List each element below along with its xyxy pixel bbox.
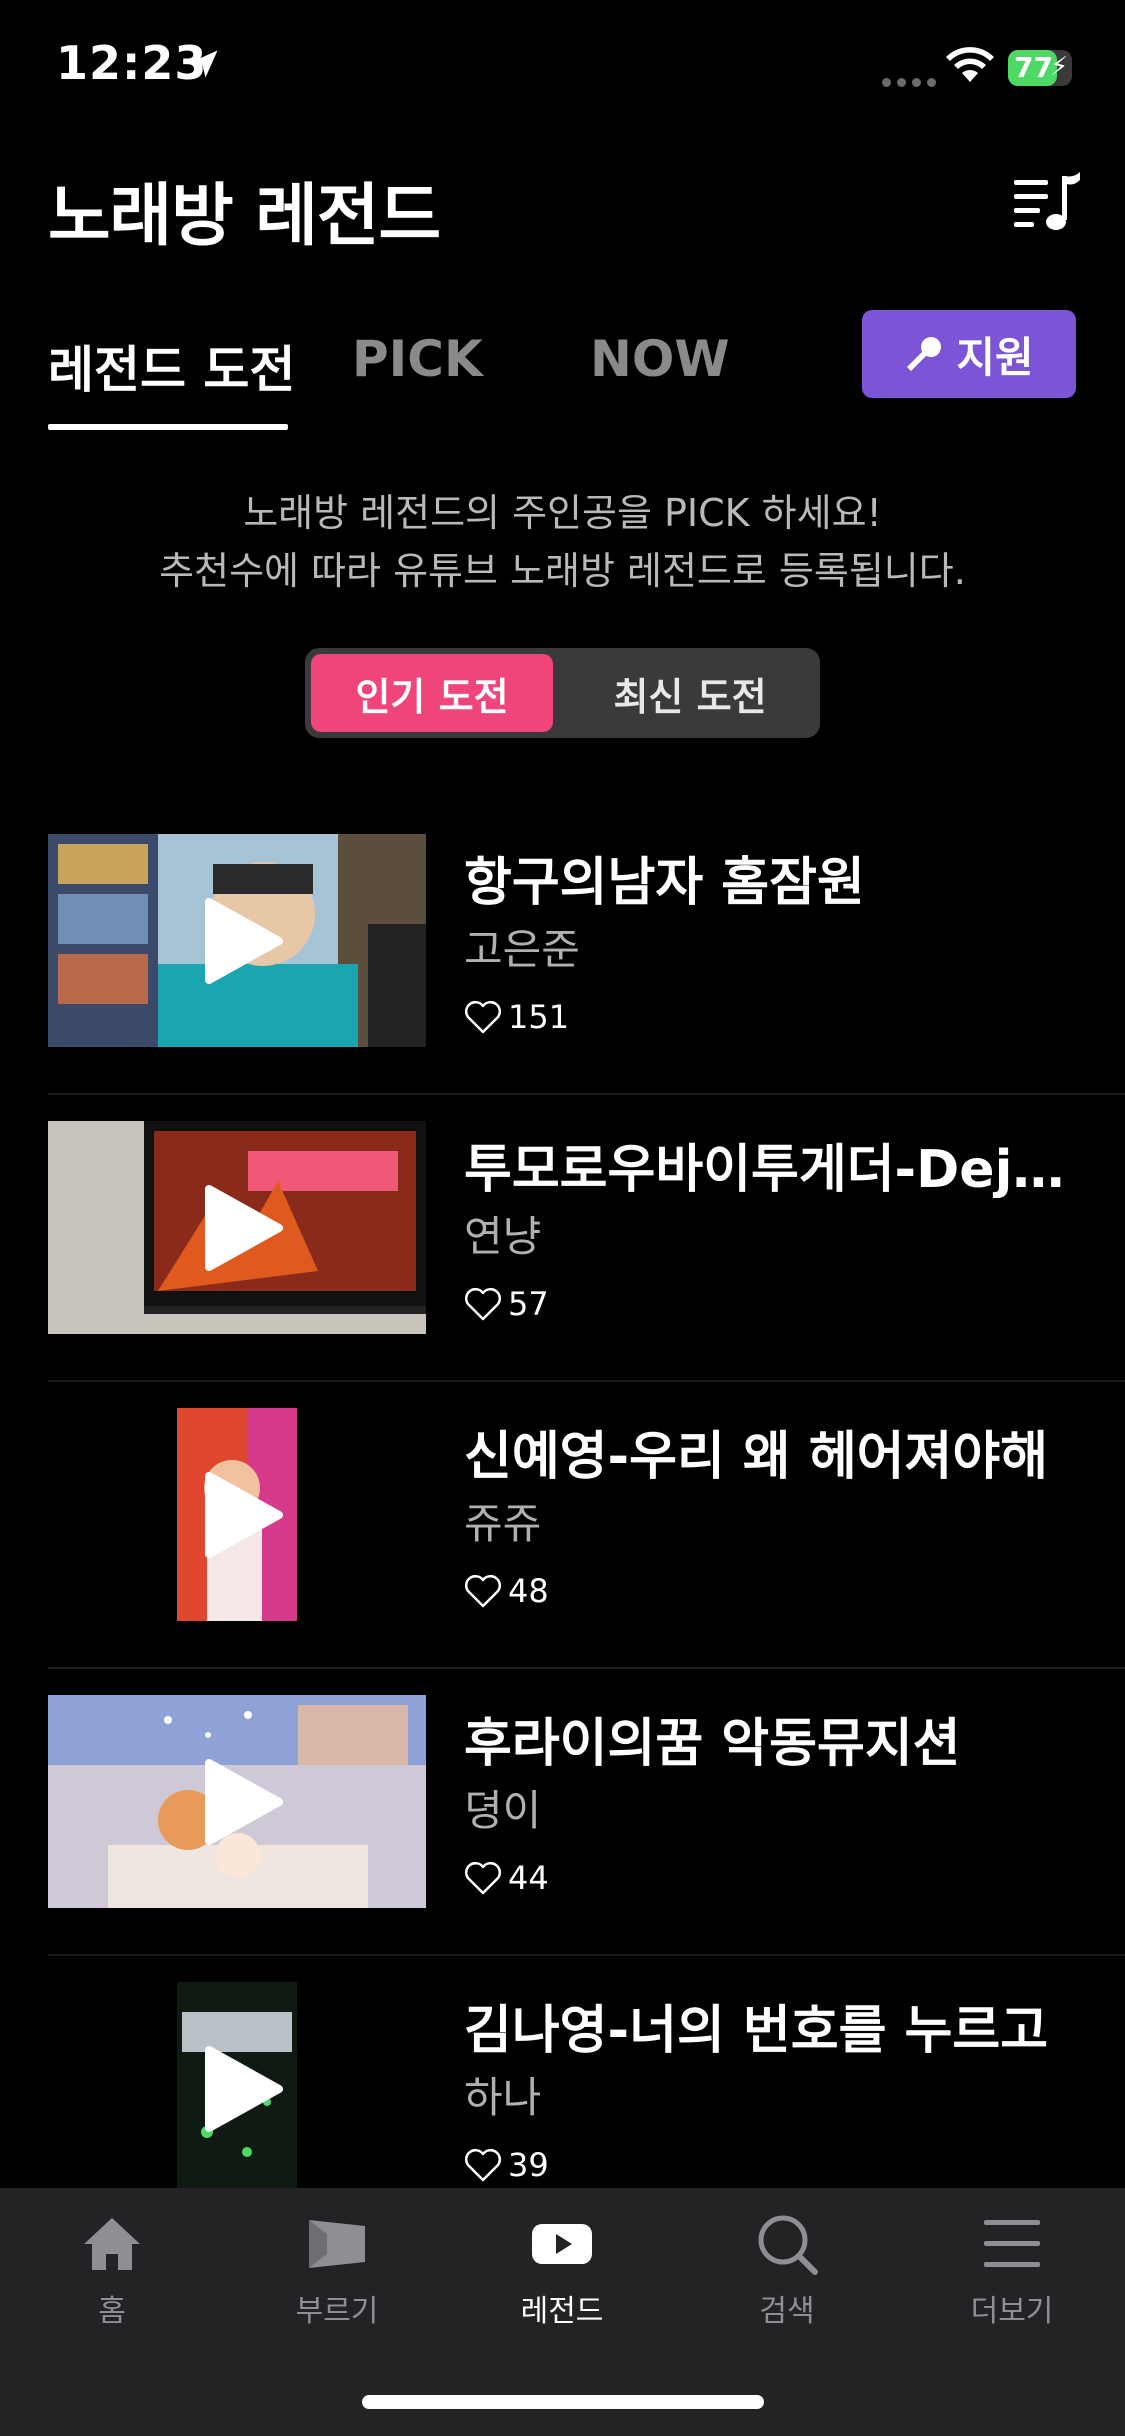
singer-name: 쥬쥬 xyxy=(464,1499,542,1548)
list-item[interactable]: 투모로우바이투게더-Deja Vu 연냥 57 xyxy=(48,1095,1125,1382)
list-item[interactable]: 후라이의꿈 악동뮤지션 뎡이 44 xyxy=(48,1669,1125,1956)
search-icon xyxy=(758,2215,818,2275)
singer-name: 고은준 xyxy=(464,925,580,974)
tab-bar-label: 레전드 xyxy=(520,2294,604,2329)
charging-bolt-icon: ⚡ xyxy=(1050,52,1069,82)
segment-popular[interactable]: 인기 도전 xyxy=(311,654,553,732)
intro-text: 노래방 레전드의 주인공을 PICK 하세요! 추천수에 따라 유튜브 노래방 … xyxy=(0,484,1125,600)
singer-name: 뎡이 xyxy=(464,1786,542,1835)
cellular-signal-icon xyxy=(882,78,936,87)
intro-line-1: 노래방 레전드의 주인공을 PICK 하세요! xyxy=(243,491,882,535)
like-count[interactable]: 57 xyxy=(464,1285,549,1323)
tab-active-indicator xyxy=(48,424,288,430)
singer-name: 연냥 xyxy=(464,1212,542,1261)
microphone-icon xyxy=(907,337,942,371)
tab-bar-search[interactable]: 검색 xyxy=(712,2212,862,2330)
segment-latest[interactable]: 최신 도전 xyxy=(565,654,815,732)
flag-icon xyxy=(309,2220,365,2268)
sort-segmented-control: 인기 도전 최신 도전 xyxy=(305,648,820,738)
home-indicator[interactable] xyxy=(362,2395,764,2409)
play-icon xyxy=(205,1758,283,1845)
heart-icon xyxy=(465,1001,501,1034)
song-title: 항구의남자 홈잠원 xyxy=(464,853,865,913)
list-item[interactable]: 항구의남자 홈잠원 고은준 151 xyxy=(48,808,1125,1095)
apply-button[interactable]: 지원 xyxy=(862,310,1076,398)
screen: 12:23 77 ⚡ 노래방 레전드 레전드 도전 PICK NOW 지원 노래… xyxy=(0,0,1125,2436)
apply-button-label: 지원 xyxy=(956,332,1034,382)
tab-bar-label: 부르기 xyxy=(295,2294,379,2329)
tab-bar-sing[interactable]: 부르기 xyxy=(262,2212,412,2330)
playlist-music-icon[interactable] xyxy=(1014,172,1084,234)
song-title: 김나영-너의 번호를 누르고 xyxy=(464,2001,1049,2061)
tab-bar-label: 홈 xyxy=(98,2294,126,2329)
status-time: 12:23 xyxy=(56,36,208,90)
tab-bar-more[interactable]: 더보기 xyxy=(937,2212,1087,2330)
singer-name: 하나 xyxy=(464,2073,542,2122)
like-count-value: 48 xyxy=(508,1572,549,1610)
play-icon xyxy=(532,2224,592,2264)
like-count[interactable]: 39 xyxy=(464,2146,549,2184)
status-bar: 12:23 77 ⚡ xyxy=(0,0,1125,130)
heart-icon xyxy=(465,1862,501,1895)
play-icon xyxy=(205,2045,283,2132)
home-icon xyxy=(84,2218,140,2270)
song-title: 신예영-우리 왜 헤어져야해 xyxy=(464,1427,1049,1487)
list-item[interactable]: 신예영-우리 왜 헤어져야해 쥬쥬 48 xyxy=(48,1382,1125,1669)
like-count-value: 44 xyxy=(508,1859,549,1897)
like-count-value: 151 xyxy=(508,998,570,1036)
like-count[interactable]: 44 xyxy=(464,1859,549,1897)
tab-now[interactable]: NOW xyxy=(590,330,730,388)
like-count-value: 39 xyxy=(508,2146,549,2184)
like-count-value: 57 xyxy=(508,1285,549,1323)
location-arrow-icon xyxy=(190,50,218,78)
tab-legend-challenge[interactable]: 레전드 도전 xyxy=(48,330,295,402)
song-title: 후라이의꿈 악동뮤지션 xyxy=(464,1714,961,1774)
tab-bar-label: 더보기 xyxy=(970,2294,1054,2329)
tab-bar-label: 검색 xyxy=(759,2294,815,2329)
like-count[interactable]: 48 xyxy=(464,1572,549,1610)
heart-icon xyxy=(465,1575,501,1608)
play-icon xyxy=(205,1471,283,1558)
video-thumbnail[interactable] xyxy=(48,1121,426,1334)
heart-icon xyxy=(465,1288,501,1321)
video-thumbnail[interactable] xyxy=(48,834,426,1047)
intro-line-2: 추천수에 따라 유튜브 노래방 레전드로 등록됩니다. xyxy=(159,549,966,593)
video-thumbnail[interactable] xyxy=(48,1408,426,1621)
video-thumbnail[interactable] xyxy=(48,1982,426,2195)
play-icon xyxy=(205,897,283,984)
song-title: 투모로우바이투게더-Deja Vu xyxy=(464,1140,1084,1200)
tab-bar-legend[interactable]: 레전드 xyxy=(487,2212,637,2330)
heart-icon xyxy=(465,2149,501,2182)
tab-bar-home[interactable]: 홈 xyxy=(37,2212,187,2330)
like-count[interactable]: 151 xyxy=(464,998,569,1036)
tab-pick[interactable]: PICK xyxy=(352,330,483,388)
challenge-list: 항구의남자 홈잠원 고은준 151 투모로우바이투게더-Deja Vu 연냥 5… xyxy=(0,808,1125,2243)
menu-icon xyxy=(984,2220,1040,2267)
battery-level: 77 xyxy=(1014,51,1053,84)
wifi-icon xyxy=(946,47,994,82)
play-icon xyxy=(205,1184,283,1271)
page-title: 노래방 레전드 xyxy=(48,177,441,256)
video-thumbnail[interactable] xyxy=(48,1695,426,1908)
